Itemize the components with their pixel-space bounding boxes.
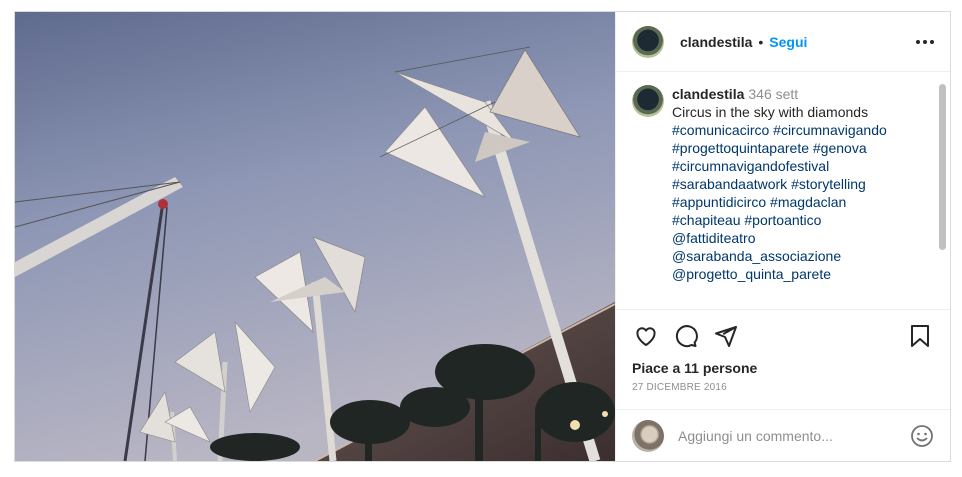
author-avatar[interactable] [632,25,664,58]
tag-line[interactable]: @fattiditeatro [672,229,922,247]
tag-line[interactable]: #progettoquintaparete #genova [672,139,922,157]
caption-avatar[interactable] [632,85,664,117]
emoji-icon[interactable] [910,424,934,448]
tag-line[interactable]: @sarabanda_associazione [672,247,922,265]
caption-text: Circus in the sky with diamonds [672,104,869,120]
add-comment-bar: Aggiungi un commento... [616,409,950,461]
caption: clandestila 346 sett Circus in the sky wi… [632,85,934,283]
tag-line[interactable]: @progetto_quinta_parete [672,265,922,283]
caption-username[interactable]: clandestila [672,86,744,102]
comment-input[interactable]: Aggiungi un commento... [678,428,910,444]
tag-line[interactable]: #circumnavigandofestival [672,157,922,175]
header-separator: • [758,33,764,50]
post-actions: Piace a 11 persone 27 dicembre 2016 [616,309,950,393]
follow-button[interactable]: Segui [769,34,807,50]
post-sidebar: clandestila • Segui clandestila 346 sett … [615,12,950,461]
post-photo[interactable] [15,12,615,461]
likes-count[interactable]: Piace a 11 persone [632,360,934,376]
current-user-avatar [632,419,664,452]
like-heart-icon[interactable] [632,322,660,350]
save-bookmark-icon[interactable] [906,322,934,350]
caption-time[interactable]: 346 sett [748,86,798,102]
comments-scrollbar[interactable] [939,84,947,314]
tag-line[interactable]: #chapiteau #portoantico [672,211,922,229]
tag-line[interactable]: #appuntidicirco #magdaclan [672,193,922,211]
comments-area: clandestila 346 sett Circus in the sky wi… [616,73,950,309]
comment-icon[interactable] [672,322,700,350]
more-options-icon[interactable] [916,34,934,50]
tag-line[interactable]: #comunicacirco #circumnavigando [672,121,922,139]
instagram-post: clandestila • Segui clandestila 346 sett … [14,11,951,462]
share-send-icon[interactable] [712,322,740,350]
tag-line[interactable]: #sarabandaatwork #storytelling [672,175,922,193]
author-username[interactable]: clandestila [680,34,752,50]
post-header: clandestila • Segui [616,12,950,72]
post-date: 27 dicembre 2016 [632,382,727,393]
photo-illustration [15,12,615,461]
caption-tags: #comunicacirco #circumnavigando #progett… [672,121,922,283]
